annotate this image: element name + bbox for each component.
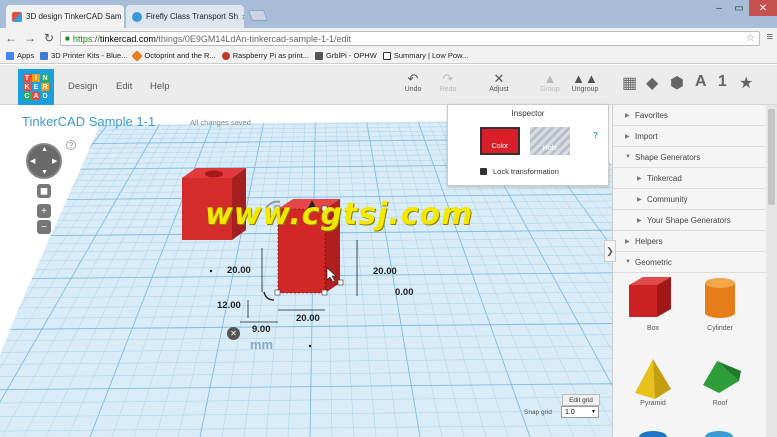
screen: 3D design TinkerCAD Sam × Firefly Class … — [0, 0, 777, 437]
chevron-down-icon: ▼ — [625, 259, 631, 265]
elevation-dimension[interactable]: 0.00 — [395, 287, 414, 298]
snap-grid-select[interactable]: 1.0 ▼ — [561, 406, 599, 418]
snap-grid-label: Snap grid — [524, 409, 552, 416]
lock-label: Lock transformation — [493, 167, 559, 176]
height-dimension-right[interactable]: 20.00 — [373, 266, 397, 277]
shape-roof[interactable]: Roof — [690, 400, 750, 407]
number-tool-icon[interactable]: 1 — [718, 73, 727, 91]
panel-row-geometric[interactable]: ▼ Geometric — [613, 252, 765, 273]
chevron-down-icon: ▼ — [625, 154, 631, 160]
minimize-icon[interactable]: – — [709, 0, 729, 16]
panel-row-label: Your Shape Generators — [647, 215, 731, 225]
panel-row-community[interactable]: ▶ Community — [613, 189, 765, 210]
box-shape — [629, 277, 671, 317]
shape-pyramid[interactable]: Pyramid — [623, 400, 683, 407]
browser-menu-icon[interactable]: ≡ — [767, 31, 773, 43]
star-icon[interactable]: ★ — [739, 73, 753, 93]
snap-grid-value: 1.0 — [565, 408, 575, 416]
collapse-panel-icon[interactable]: ❯ — [604, 240, 616, 262]
hole-button[interactable]: Hole — [530, 127, 570, 155]
panel-row-shape-generators[interactable]: ▼ Shape Generators — [613, 147, 765, 168]
unit-label: mm — [250, 337, 274, 352]
cube-view-icon[interactable]: ◆ — [646, 73, 658, 93]
shape-box[interactable]: Box — [623, 325, 683, 332]
panel-row-helpers[interactable]: ▶ Helpers — [613, 231, 765, 252]
height-dimension-left[interactable]: 20.00 — [227, 265, 251, 276]
panel-row-label: Helpers — [635, 236, 663, 246]
shape-cylinder[interactable]: Cylinder — [690, 325, 750, 332]
shape-thumbnails — [629, 277, 741, 437]
edit-grid-button[interactable]: Edit grid — [562, 394, 600, 406]
panel-row-tinkercad[interactable]: ▶ Tinkercad — [613, 168, 765, 189]
panel-row-label: Favorites — [635, 110, 668, 120]
chevron-right-icon: ▶ — [637, 217, 642, 224]
length-dimension[interactable]: 20.00 — [296, 313, 320, 324]
inspector-title: Inspector — [511, 109, 545, 118]
cylinder-shape — [705, 278, 735, 318]
window-controls: – ▭ ✕ — [709, 0, 777, 16]
lock-icon — [480, 168, 487, 175]
chevron-right-icon: ▶ — [637, 175, 642, 182]
inspector-panel: Inspector ? Color Hole Lock transformati… — [447, 104, 609, 186]
panel-row-label: Import — [635, 131, 658, 141]
chevron-right-icon: ▶ — [625, 112, 630, 119]
roof-shape — [703, 361, 741, 393]
panel-row-your-shape-generators[interactable]: ▶ Your Shape Generators — [613, 210, 765, 231]
text-tool-icon[interactable]: A — [695, 73, 707, 91]
grid-view-icon[interactable]: ▦ — [622, 73, 637, 93]
maximize-icon[interactable]: ▭ — [729, 0, 749, 16]
panel-row-import[interactable]: ▶ Import — [613, 126, 765, 147]
lock-transformation[interactable]: Lock transformation — [480, 167, 559, 176]
inspector-help-icon[interactable]: ? — [593, 131, 598, 140]
panel-row-label: Shape Generators — [635, 152, 701, 162]
offset-dimension[interactable]: 9.00 — [252, 324, 271, 335]
panel-row-label: Geometric — [635, 257, 672, 267]
depth-dimension[interactable]: 12.00 — [217, 300, 241, 311]
panel-row-label: Tinkercad — [647, 173, 682, 183]
panel-row-label: Community — [647, 194, 688, 204]
chevron-down-icon: ▼ — [591, 409, 596, 415]
bookmark-star-icon[interactable]: ☆ — [746, 33, 755, 44]
watermark: www.cgtsj.com — [205, 197, 474, 232]
wireframe-view-icon[interactable]: ⬢ — [670, 73, 684, 93]
panel-scrollbar[interactable] — [766, 105, 777, 437]
shapes-panel: ▶ Favorites ▶ Import ▼ Shape Generators ▶ Ti… — [612, 105, 777, 437]
scrollbar-thumb[interactable] — [768, 109, 775, 205]
pyramid-shape — [635, 359, 671, 399]
color-button[interactable]: Color — [480, 127, 520, 155]
chevron-right-icon: ▶ — [637, 196, 642, 203]
chevron-right-icon: ▶ — [625, 133, 630, 140]
chevron-right-icon: ▶ — [625, 238, 630, 245]
close-window-icon[interactable]: ✕ — [749, 0, 777, 16]
panel-row-favorites[interactable]: ▶ Favorites — [613, 105, 765, 126]
close-dimension-icon[interactable]: ✕ — [227, 327, 240, 340]
